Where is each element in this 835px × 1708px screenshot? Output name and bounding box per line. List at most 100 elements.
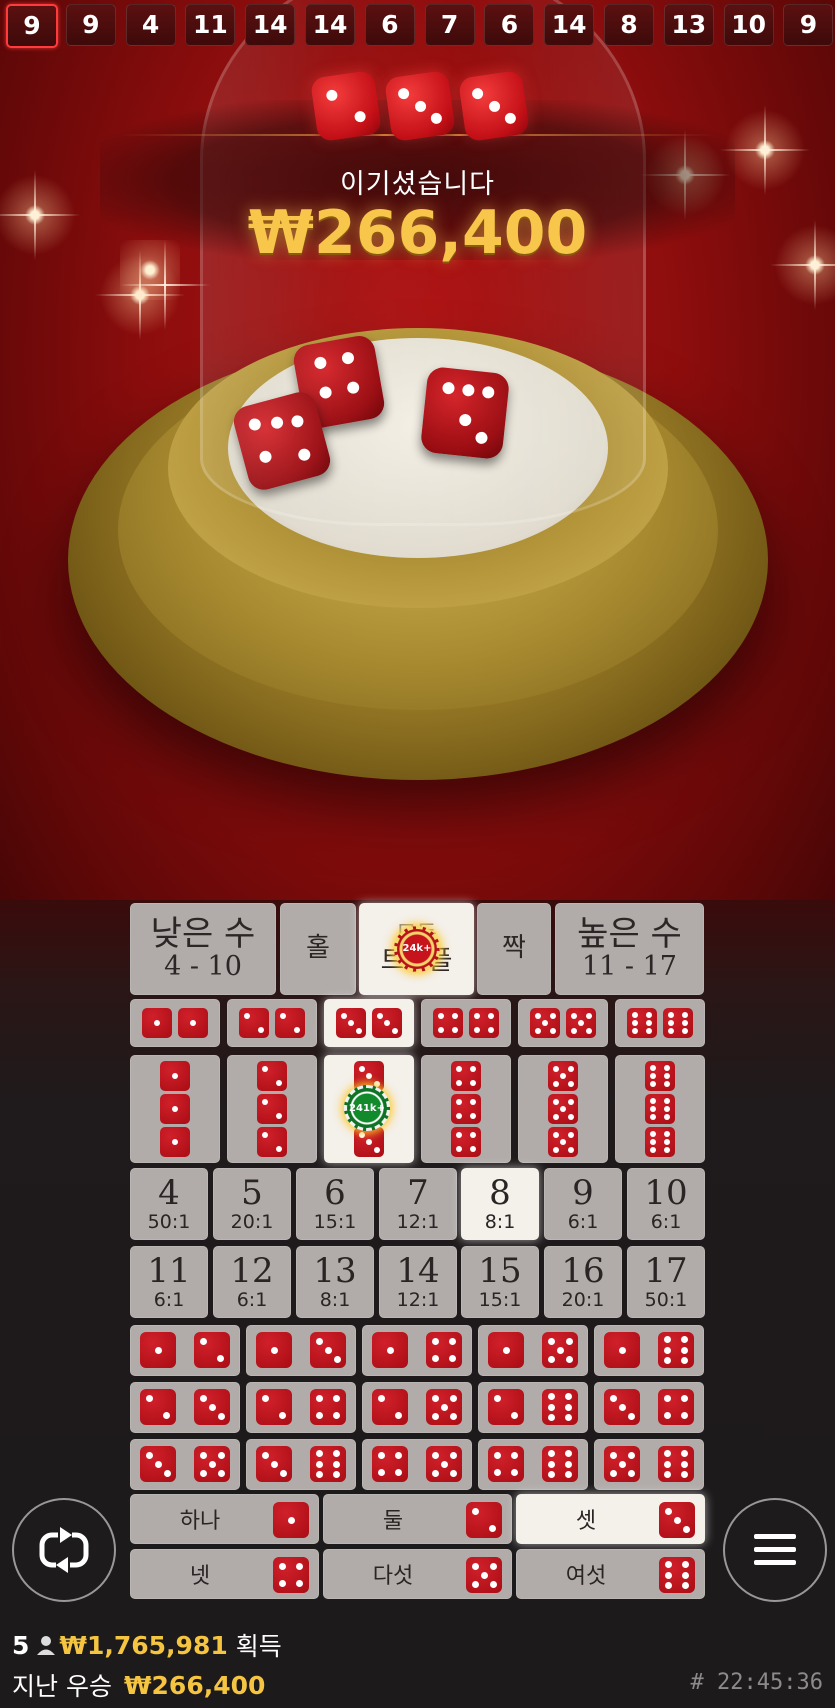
total-number: 13 <box>313 1251 357 1291</box>
die-face-2 <box>257 1094 287 1124</box>
bet-combo-5-6[interactable] <box>594 1439 704 1490</box>
die-face-2 <box>256 1389 292 1425</box>
bet-combo-3-5[interactable] <box>130 1439 240 1490</box>
bet-combo-4-5[interactable] <box>362 1439 472 1490</box>
die-face-6 <box>645 1094 675 1124</box>
bet-total-17[interactable]: 17 50:1 <box>627 1246 705 1318</box>
bet-big-label: 높은 수 <box>577 913 682 954</box>
bet-total-5[interactable]: 5 20:1 <box>213 1168 291 1240</box>
die-face-3 <box>372 1008 402 1038</box>
bet-total-16[interactable]: 16 20:1 <box>544 1246 622 1318</box>
die-face-6 <box>627 1008 657 1038</box>
bet-even[interactable]: 짝 <box>477 903 551 995</box>
history-result: 11 <box>185 4 236 46</box>
total-payout: 8:1 <box>319 1289 351 1311</box>
bet-combo-2-5[interactable] <box>362 1382 472 1433</box>
bet-combo-2-6[interactable] <box>478 1382 588 1433</box>
bet-double-6[interactable] <box>615 999 705 1047</box>
die-face-6 <box>310 1446 346 1482</box>
die-face-3 <box>354 1127 384 1157</box>
history-result: 9 <box>783 4 834 46</box>
bet-double-3[interactable] <box>324 999 414 1047</box>
bet-big[interactable]: 높은 수 11 - 17 <box>555 903 704 995</box>
die-face-1 <box>160 1127 190 1157</box>
bet-total-10[interactable]: 10 6:1 <box>627 1168 705 1240</box>
last-win-label: 지난 우승 <box>12 1672 112 1701</box>
menu-button[interactable] <box>723 1498 827 1602</box>
bet-triple-1[interactable] <box>130 1055 220 1163</box>
bet-total-13[interactable]: 13 8:1 <box>296 1246 374 1318</box>
die-face-4 <box>310 1389 346 1425</box>
die-face-6 <box>542 1389 578 1425</box>
die-face-3 <box>194 1389 230 1425</box>
bet-combo-1-4[interactable] <box>362 1325 472 1376</box>
die-face-1 <box>372 1332 408 1368</box>
bet-total-11[interactable]: 11 6:1 <box>130 1246 208 1318</box>
bet-odd[interactable]: 홀 <box>280 903 356 995</box>
bet-total-15[interactable]: 15 15:1 <box>461 1246 539 1318</box>
history-result: 9 <box>6 4 58 48</box>
bet-total-14[interactable]: 14 12:1 <box>379 1246 457 1318</box>
bet-combo-1-6[interactable] <box>594 1325 704 1376</box>
die-face-1 <box>604 1332 640 1368</box>
bet-combo-1-5[interactable] <box>478 1325 588 1376</box>
bet-combo-1-2[interactable] <box>130 1325 240 1376</box>
die-face-2 <box>372 1389 408 1425</box>
bet-total-12[interactable]: 12 6:1 <box>213 1246 291 1318</box>
bet-any-triple[interactable]: 모든 트리플 24k+ <box>359 903 474 995</box>
round-id: # 22:45:36 <box>690 1670 823 1695</box>
bet-double-5[interactable] <box>518 999 608 1047</box>
repeat-button[interactable] <box>12 1498 116 1602</box>
total-payout: 15:1 <box>478 1289 522 1311</box>
bet-combo-3-6[interactable] <box>246 1439 356 1490</box>
history-result: 14 <box>544 4 595 46</box>
bet-single-5[interactable]: 다섯 <box>323 1549 512 1599</box>
bet-triple-3[interactable]: 241k+ <box>324 1055 414 1163</box>
bet-triple-6[interactable] <box>615 1055 705 1163</box>
bet-small[interactable]: 낮은 수 4 - 10 <box>130 903 276 995</box>
die-face-2 <box>275 1008 305 1038</box>
bet-total-9[interactable]: 9 6:1 <box>544 1168 622 1240</box>
players-info: 5 ₩1,765,981 획득 <box>12 1628 282 1662</box>
bet-triple-4[interactable] <box>421 1055 511 1163</box>
bet-single-1[interactable]: 하나 <box>130 1494 319 1544</box>
bet-combo-3-4[interactable] <box>594 1382 704 1433</box>
bet-single-3[interactable]: 셋 <box>516 1494 705 1544</box>
total-number: 11 <box>147 1251 191 1291</box>
total-payout: 12:1 <box>396 1211 440 1233</box>
bet-double-2[interactable] <box>227 999 317 1047</box>
die-face-2 <box>239 1008 269 1038</box>
history-result: 13 <box>663 4 714 46</box>
die-face-6 <box>658 1332 694 1368</box>
total-payout: 6:1 <box>567 1211 599 1233</box>
bet-combo-1-3[interactable] <box>246 1325 356 1376</box>
history-result: 10 <box>723 4 774 46</box>
die-face-4 <box>488 1446 524 1482</box>
die-face-5 <box>548 1094 578 1124</box>
bet-total-4[interactable]: 4 50:1 <box>130 1168 208 1240</box>
bet-triple-2[interactable] <box>227 1055 317 1163</box>
die-face-5 <box>548 1127 578 1157</box>
bet-big-range: 11 - 17 <box>581 950 677 982</box>
bet-total-8[interactable]: 8 8:1 <box>461 1168 539 1240</box>
bet-combo-4-6[interactable] <box>478 1439 588 1490</box>
bet-total-7[interactable]: 7 12:1 <box>379 1168 457 1240</box>
die-face-5 <box>426 1446 462 1482</box>
last-win-amount: ₩266,400 <box>123 1670 266 1700</box>
die-face-1 <box>140 1332 176 1368</box>
bet-small-range: 4 - 10 <box>164 950 242 982</box>
die-face-4 <box>658 1389 694 1425</box>
die-face-6 <box>659 1557 695 1593</box>
bet-double-4[interactable] <box>421 999 511 1047</box>
die-face-4 <box>433 1008 463 1038</box>
bet-double-1[interactable] <box>130 999 220 1047</box>
bet-combo-2-4[interactable] <box>246 1382 356 1433</box>
bet-single-2[interactable]: 둘 <box>323 1494 512 1544</box>
total-payout: 15:1 <box>313 1211 357 1233</box>
bet-even-label: 짝 <box>502 933 526 964</box>
bet-triple-5[interactable] <box>518 1055 608 1163</box>
bet-single-4[interactable]: 넷 <box>130 1549 319 1599</box>
bet-single-6[interactable]: 여섯 <box>516 1549 705 1599</box>
bet-total-6[interactable]: 6 15:1 <box>296 1168 374 1240</box>
bet-combo-2-3[interactable] <box>130 1382 240 1433</box>
